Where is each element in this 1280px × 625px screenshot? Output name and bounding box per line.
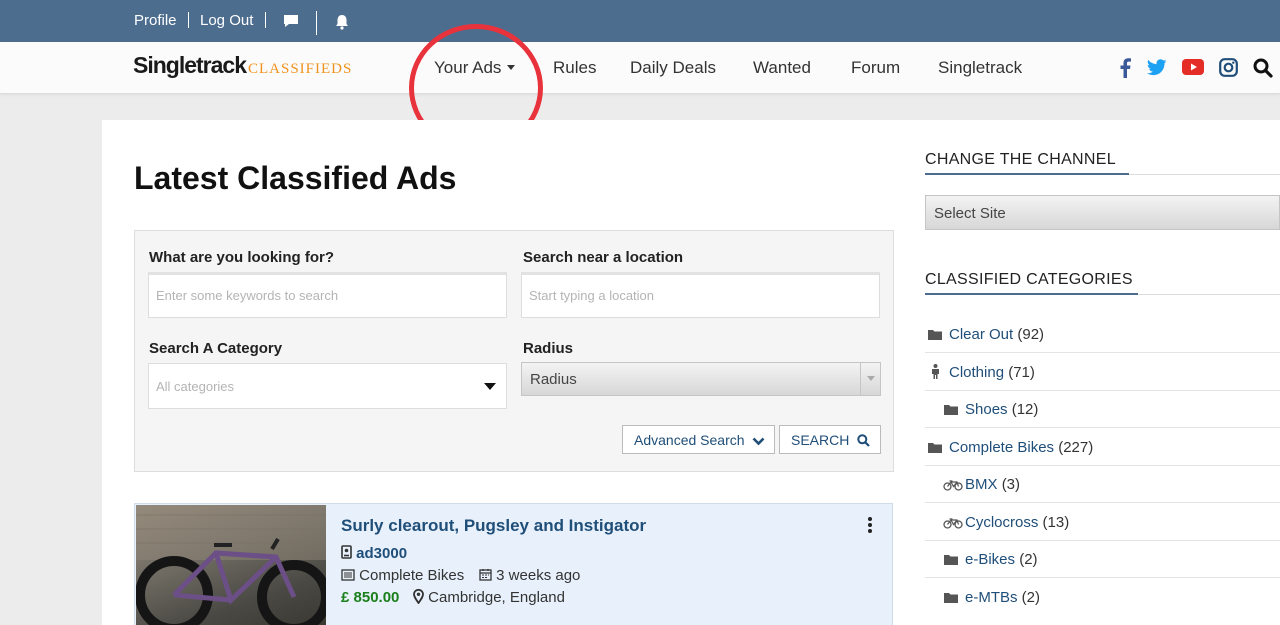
listing-location-label: Cambridge, England — [428, 589, 565, 606]
divider — [188, 12, 189, 28]
category-link[interactable]: Clear Out — [949, 326, 1013, 343]
chevron-down-icon — [860, 363, 880, 395]
category-link[interactable]: Cyclocross — [965, 514, 1038, 531]
radius-label: Radius — [523, 340, 574, 357]
categories-heading: CLASSIFIED CATEGORIES — [925, 271, 1133, 288]
category-count: (2) — [1019, 551, 1038, 568]
category-item-cyclocross[interactable]: Cyclocross (13) — [925, 503, 1280, 541]
search-button[interactable]: SEARCH — [779, 425, 881, 454]
nav-wanted[interactable]: Wanted — [753, 58, 811, 78]
category-item-bmx[interactable]: BMX (3) — [925, 465, 1280, 503]
category-count: (12) — [1011, 401, 1039, 418]
divider — [316, 11, 317, 35]
category-item-e-mtbs[interactable]: e-MTBs (2) — [925, 578, 1280, 616]
folder-icon — [944, 590, 958, 607]
category-count: (3) — [1001, 476, 1021, 493]
listing-time: 3 weeks ago — [479, 567, 580, 584]
list-icon — [341, 569, 355, 581]
listing-location: Cambridge, England — [413, 588, 565, 606]
advanced-search-label: Advanced Search — [634, 432, 745, 448]
facebook-icon[interactable] — [1119, 57, 1131, 83]
category-label: Search A Category — [149, 340, 283, 357]
chevron-down-icon — [753, 437, 765, 446]
category-count: (2) — [1021, 589, 1041, 606]
heading-underline — [925, 293, 1138, 295]
nav-daily-deals[interactable]: Daily Deals — [630, 58, 716, 78]
listing-price: £ 850.00 — [341, 589, 400, 606]
category-count: (227) — [1058, 439, 1094, 456]
keywords-label: What are you looking for? — [149, 249, 335, 266]
twitter-icon[interactable] — [1147, 59, 1167, 81]
folder-icon — [944, 402, 958, 419]
site-select[interactable]: Select Site — [925, 195, 1280, 230]
category-item-complete-bikes[interactable]: Complete Bikes (227) — [925, 428, 1280, 466]
search-panel: What are you looking for? Enter some key… — [134, 230, 894, 472]
person-icon — [931, 364, 940, 383]
site-logo[interactable]: Singletrack CLASSIFIEDS — [133, 52, 352, 82]
advanced-search-button[interactable]: Advanced Search — [622, 425, 775, 454]
listing-user[interactable]: ad3000 — [341, 545, 407, 562]
logo-text: Singletrack — [133, 52, 247, 78]
map-pin-icon — [413, 588, 424, 605]
category-item-clear-out[interactable]: Clear Out (92) — [925, 315, 1280, 353]
category-link[interactable]: Clothing — [949, 364, 1004, 381]
nav-label: Your Ads — [434, 58, 502, 77]
location-label: Search near a location — [523, 249, 684, 266]
page-title: Latest Classified Ads — [134, 160, 457, 196]
category-select-value: All categories — [156, 379, 235, 394]
id-card-icon — [341, 545, 352, 559]
more-options-icon[interactable] — [868, 517, 873, 535]
channel-heading: CHANGE THE CHANNEL — [925, 151, 1116, 168]
radius-select[interactable]: Radius — [521, 362, 881, 396]
youtube-icon[interactable] — [1182, 59, 1204, 80]
category-link[interactable]: BMX — [965, 476, 998, 493]
category-link[interactable]: e-Bikes — [965, 551, 1015, 568]
category-item-e-bikes[interactable]: e-Bikes (2) — [925, 540, 1280, 578]
listing-category[interactable]: Complete Bikes — [341, 567, 464, 584]
listing-time-label: 3 weeks ago — [496, 567, 581, 584]
chat-icon[interactable] — [283, 14, 299, 34]
calendar-icon — [479, 569, 492, 581]
nav-forum[interactable]: Forum — [851, 58, 900, 78]
profile-link[interactable]: Profile — [134, 12, 177, 29]
radius-select-value: Radius — [530, 371, 577, 388]
bicycle-icon — [943, 478, 963, 495]
top-bar: Profile Log Out — [0, 0, 1280, 42]
search-icon[interactable] — [1253, 58, 1273, 83]
nav-rules[interactable]: Rules — [553, 58, 596, 78]
divider — [265, 12, 266, 28]
bell-icon[interactable] — [335, 14, 349, 35]
nav-singletrack[interactable]: Singletrack — [938, 58, 1022, 78]
category-count: (71) — [1008, 364, 1035, 381]
category-item-clothing[interactable]: Clothing (71) — [925, 353, 1280, 391]
keywords-input[interactable]: Enter some keywords to search — [148, 272, 507, 318]
chevron-down-icon — [484, 383, 496, 390]
category-link[interactable]: Complete Bikes — [949, 439, 1054, 456]
folder-icon — [928, 327, 942, 344]
listing-user-name: ad3000 — [356, 545, 408, 562]
category-select[interactable]: All categories — [148, 363, 507, 409]
heading-underline — [925, 173, 1129, 175]
search-icon — [857, 434, 871, 447]
listing-category-label: Complete Bikes — [359, 567, 465, 584]
category-item-shoes[interactable]: Shoes (12) — [925, 390, 1280, 428]
bicycle-icon — [943, 516, 963, 533]
category-link[interactable]: e-MTBs — [965, 589, 1018, 606]
location-input[interactable]: Start typing a location — [521, 272, 880, 318]
search-button-label: SEARCH — [791, 432, 850, 448]
listing-title[interactable]: Surly clearout, Pugsley and Instigator — [341, 516, 646, 536]
folder-icon — [928, 440, 942, 457]
logout-link[interactable]: Log Out — [200, 12, 253, 29]
nav-your-ads[interactable]: Your Ads — [434, 58, 516, 78]
site-select-value: Select Site — [934, 205, 1006, 222]
category-count: (13) — [1042, 514, 1070, 531]
category-link[interactable]: Shoes — [965, 401, 1008, 418]
main-nav: Singletrack CLASSIFIEDS Your Ads Rules Da… — [0, 42, 1280, 94]
folder-icon — [944, 552, 958, 569]
instagram-icon[interactable] — [1219, 58, 1238, 82]
caret-down-icon — [507, 65, 516, 71]
logo-subtext: CLASSIFIEDS — [248, 61, 353, 77]
listing-photo[interactable] — [136, 505, 326, 625]
category-count: (92) — [1017, 326, 1045, 343]
